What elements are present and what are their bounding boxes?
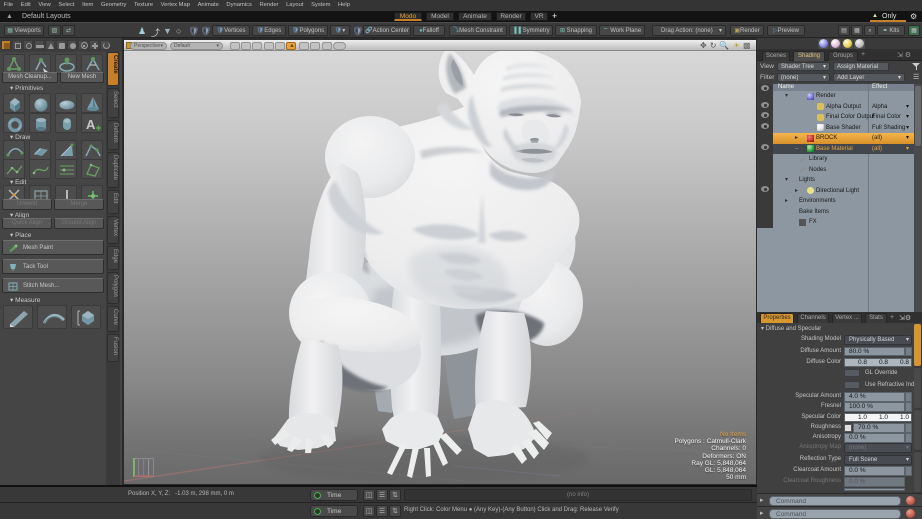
svg-text:A: A: [86, 117, 96, 132]
